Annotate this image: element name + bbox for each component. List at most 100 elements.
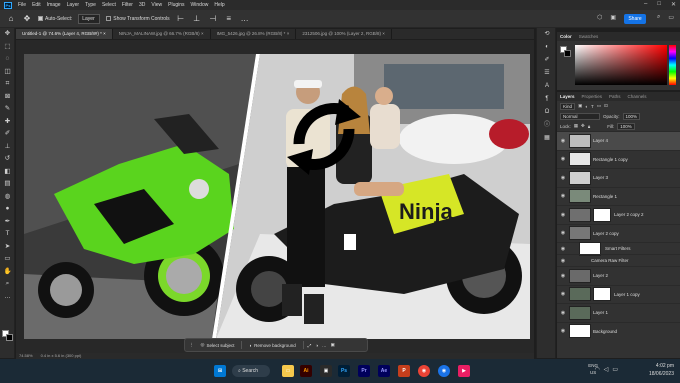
layer-row[interactable]: ◉ Layer 1 copy <box>557 284 680 304</box>
after-effects-icon[interactable]: Ae <box>378 365 390 377</box>
taskbar-search[interactable]: ⌕ Search <box>232 365 270 377</box>
layer-thumbnail[interactable] <box>569 207 591 222</box>
hue-slider[interactable] <box>669 45 676 85</box>
layer-row[interactable]: ◉ Rectangle 1 copy <box>557 149 680 169</box>
visibility-eye-icon[interactable]: ◉ <box>557 273 569 279</box>
crop-tool-icon[interactable]: ⌗ <box>0 78 15 91</box>
visibility-eye-icon[interactable]: ◉ <box>557 291 569 297</box>
menu-help[interactable]: Help <box>214 2 224 8</box>
layer-thumbnail[interactable] <box>569 268 591 283</box>
filter-adjust-icon[interactable]: ◐ <box>585 104 588 109</box>
media-app-icon[interactable]: ▶ <box>458 365 470 377</box>
chrome-icon[interactable]: ◉ <box>418 365 430 377</box>
menu-select[interactable]: Select <box>102 2 116 8</box>
background-color[interactable] <box>6 334 13 341</box>
visibility-eye-icon[interactable]: ◉ <box>557 212 569 218</box>
layer-thumbnail[interactable] <box>569 226 591 241</box>
visibility-eye-icon[interactable]: ◉ <box>557 230 569 236</box>
adjustments-icon[interactable]: ◐ <box>537 41 557 54</box>
kind-filter-dropdown[interactable]: Kind <box>560 102 576 110</box>
lock-position-icon[interactable]: ✥ <box>581 123 585 129</box>
move-tool-icon[interactable]: ✥ <box>0 28 15 41</box>
tab-paths[interactable]: Paths <box>609 92 621 101</box>
layer-row[interactable]: ◉ Layer 1 <box>557 303 680 322</box>
layer-row[interactable]: ◉ Layer 3 <box>557 168 680 187</box>
visibility-eye-icon[interactable]: ◉ <box>557 310 569 316</box>
layer-thumbnail[interactable] <box>569 189 591 204</box>
adjust-icon[interactable]: ◑ <box>315 343 318 348</box>
layer-row[interactable]: ◉ Layer 2 copy <box>557 223 680 243</box>
rectangle-tool-icon[interactable]: ▭ <box>0 253 15 266</box>
app-icon[interactable]: ▣ <box>320 365 332 377</box>
path-selection-icon[interactable]: ➤ <box>0 241 15 254</box>
search-icon[interactable]: ⌕ <box>657 14 660 21</box>
menu-edit[interactable]: Edit <box>32 2 41 8</box>
tab-layers[interactable]: Layers <box>560 92 575 101</box>
layer-row[interactable]: ◉ Camera Raw Filter <box>557 254 680 266</box>
more-tools-icon[interactable]: … <box>0 291 15 304</box>
background-swatch[interactable] <box>564 50 571 57</box>
move-tool-icon[interactable]: ✥ <box>22 14 32 24</box>
tab-untitled-1[interactable]: Untitled-1 @ 74.6% (Layer 4, RGB/8#) * × <box>16 29 113 39</box>
menu-layer[interactable]: Layer <box>67 2 80 8</box>
color-panel-swatches[interactable] <box>560 46 572 58</box>
menu-file[interactable]: File <box>18 2 26 8</box>
menu-filter[interactable]: Filter <box>122 2 133 8</box>
filter-pixel-icon[interactable]: ▣ <box>578 103 582 109</box>
layer-row[interactable]: ◉ Background <box>557 321 680 341</box>
layer-mask-thumbnail[interactable] <box>593 207 611 222</box>
clock[interactable]: 4:02 pm 18/06/2023 <box>649 362 674 378</box>
select-subject-button[interactable]: ◎ Select subject <box>198 341 238 349</box>
drag-handle-icon[interactable]: ⋮ <box>189 342 194 348</box>
blur-tool-icon[interactable]: ◍ <box>0 191 15 204</box>
visibility-eye-icon[interactable]: ◉ <box>557 246 569 252</box>
brush-tool-icon[interactable]: ✐ <box>0 128 15 141</box>
layer-thumbnail[interactable] <box>569 152 591 167</box>
info-icon[interactable]: ⓘ <box>537 119 557 132</box>
layer-thumbnail[interactable] <box>569 324 591 339</box>
auto-select-checkbox[interactable]: Auto-Select: <box>38 16 72 22</box>
more-options-icon[interactable]: … <box>322 343 327 348</box>
transform-icon[interactable]: ⤢ <box>308 343 312 348</box>
tab-img-5426[interactable]: IMG_5426.jpg @ 26.8% (RGB/8) * × <box>211 29 297 39</box>
distribute-icon[interactable]: ≡ <box>224 14 234 24</box>
visibility-eye-icon[interactable]: ◉ <box>557 328 569 334</box>
layer-thumbnail[interactable] <box>569 305 591 320</box>
tab-channels[interactable]: Channels <box>628 92 647 101</box>
chrome-profile-icon[interactable]: ◉ <box>438 365 450 377</box>
menu-window[interactable]: Window <box>191 2 209 8</box>
visibility-eye-icon[interactable]: ◉ <box>557 156 569 162</box>
blend-mode-dropdown[interactable]: Normal <box>560 112 600 120</box>
healing-brush-icon[interactable]: ✚ <box>0 116 15 129</box>
eyedropper-icon[interactable]: ✎ <box>0 103 15 116</box>
premiere-icon[interactable]: Pr <box>358 365 370 377</box>
layer-row[interactable]: ◉ Rectangle 1 <box>557 186 680 206</box>
history-brush-icon[interactable]: ↺ <box>0 153 15 166</box>
zoom-tool-icon[interactable]: ⌕ <box>0 278 15 291</box>
pin-icon[interactable]: ▣ <box>331 342 335 348</box>
align-right-icon[interactable]: ⊣ <box>208 14 218 24</box>
hand-tool-icon[interactable]: ✋ <box>0 266 15 279</box>
fill-field[interactable]: 100% <box>617 122 635 130</box>
layer-thumbnail[interactable] <box>569 287 591 302</box>
photoshop-taskbar-icon[interactable]: Ps <box>338 365 350 377</box>
properties-icon[interactable]: ☰ <box>537 67 557 80</box>
opacity-field[interactable]: 100% <box>622 112 641 120</box>
glyphs-icon[interactable]: Ω <box>537 106 557 119</box>
layer-row[interactable]: ◉ Layer 2 copy 2 <box>557 205 680 224</box>
align-left-icon[interactable]: ⊢ <box>176 14 186 24</box>
share-button[interactable]: Share <box>624 14 646 24</box>
battery-icon[interactable]: ▭ <box>612 366 618 373</box>
lasso-tool-icon[interactable]: ◌ <box>0 53 15 66</box>
menu-plugins[interactable]: Plugins <box>168 2 184 8</box>
character-icon[interactable]: A <box>537 80 557 93</box>
visibility-eye-icon[interactable]: ◉ <box>557 175 569 181</box>
layer-row[interactable]: ◉ Smart Filters <box>557 241 680 256</box>
document-canvas[interactable]: Ninja <box>24 54 530 339</box>
tab-2312506[interactable]: 2312506.jpg @ 100% (Layer 2, RGB/8) × <box>296 29 392 39</box>
tab-swatches[interactable]: Swatches <box>579 32 599 41</box>
color-field[interactable] <box>575 45 667 85</box>
tab-ninja-malinaw[interactable]: NINJA_MALINAW.jpg @ 66.7% (RGB/8) × <box>113 29 211 39</box>
canvas-area[interactable]: Ninja <box>16 40 534 353</box>
wifi-icon[interactable]: ◠ <box>594 366 599 373</box>
